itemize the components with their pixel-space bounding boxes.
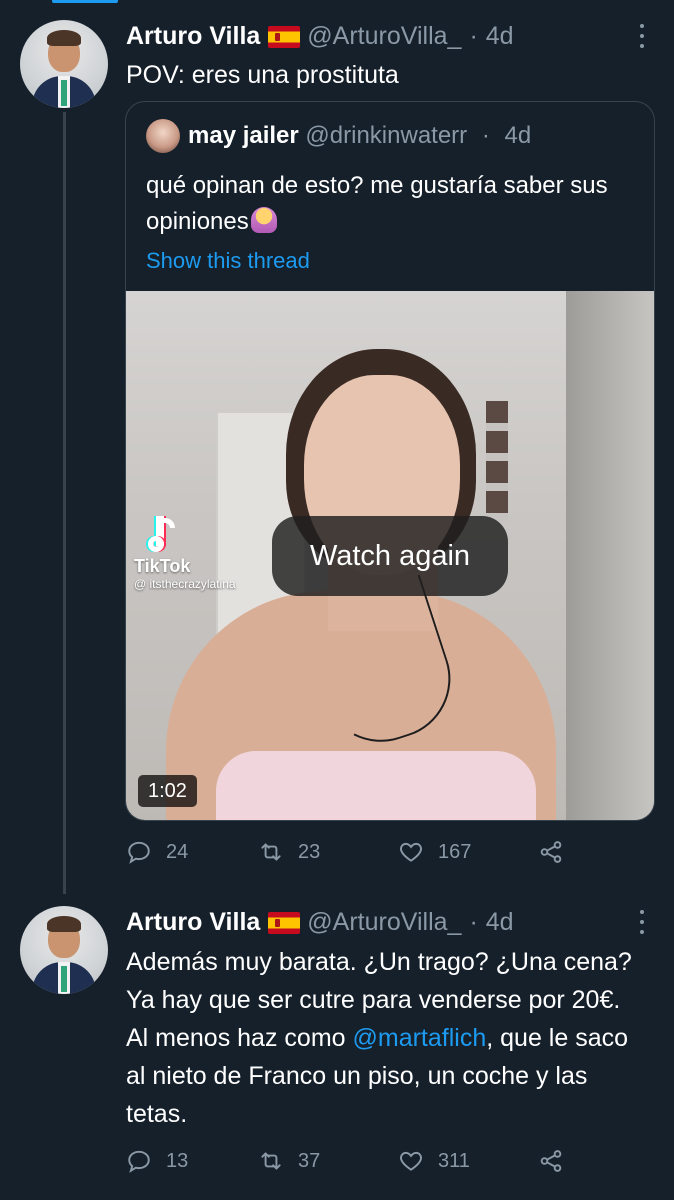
separator: · — [469, 908, 478, 936]
more-icon[interactable] — [638, 910, 646, 934]
mention-link[interactable]: @martaflich — [353, 1024, 487, 1052]
video-duration-badge: 1:02 — [138, 775, 197, 807]
shrug-emoji-icon — [250, 207, 277, 233]
show-thread-link[interactable]: Show this thread — [146, 248, 310, 274]
reply-button[interactable]: 13 — [126, 1148, 188, 1174]
reply-count: 24 — [166, 840, 189, 863]
quote-text-wrap: qué opinan de esto? me gustaría saber su… — [146, 168, 636, 240]
tiktok-username: @ itsthecrazylatina — [134, 577, 236, 591]
retweet-button[interactable]: 37 — [258, 1148, 320, 1174]
share-icon — [540, 1150, 562, 1172]
video-scene-top — [216, 751, 536, 820]
quote-text: qué opinan de esto? me gustaría saber su… — [146, 172, 608, 235]
share-button[interactable] — [538, 1148, 578, 1174]
quote-separator: · — [481, 122, 490, 149]
retweet-button[interactable]: 23 — [258, 839, 320, 865]
timestamp[interactable]: 4d — [486, 22, 514, 51]
video-player[interactable]: TikTok @ itsthecrazylatina Watch again 1… — [126, 291, 654, 820]
watch-again-button[interactable]: Watch again — [272, 516, 508, 596]
retweet-count: 37 — [298, 1149, 321, 1172]
tiktok-watermark: TikTok @ itsthecrazylatina — [134, 516, 274, 591]
retweet-count: 23 — [298, 840, 321, 863]
video-scene-photos — [486, 401, 508, 521]
more-icon[interactable] — [638, 24, 646, 48]
quoted-tweet[interactable]: may jailer @drinkinwaterr · 4d qué opina… — [125, 101, 655, 821]
quote-timestamp: 4d — [504, 122, 532, 149]
tweet-text: POV: eres una prostituta — [126, 61, 399, 89]
like-icon — [400, 1151, 422, 1171]
quote-author-name: may jailer — [188, 122, 299, 149]
avatar[interactable] — [20, 20, 108, 108]
tweet-2[interactable]: Arturo Villa @ArturoVilla_ · 4d Además m… — [0, 895, 674, 1200]
spain-flag-icon — [268, 25, 301, 48]
separator: · — [469, 22, 478, 50]
tweet-header: Arturo Villa @ArturoVilla_ · 4d — [126, 22, 514, 51]
like-count: 167 — [438, 840, 472, 863]
tweet-actions: 13 37 311 — [126, 1148, 626, 1178]
tweet-text: Además muy barata. ¿Un trago? ¿Una cena?… — [126, 943, 636, 1133]
author-name[interactable]: Arturo Villa — [126, 908, 260, 937]
retweet-icon — [261, 1152, 281, 1170]
like-icon — [400, 842, 422, 862]
video-scene-wall — [566, 291, 654, 820]
like-button[interactable]: 311 — [398, 1148, 470, 1174]
tweet-header: Arturo Villa @ArturoVilla_ · 4d — [126, 908, 514, 937]
tiktok-app-name: TikTok — [134, 556, 191, 576]
timestamp[interactable]: 4d — [486, 908, 514, 937]
reply-icon — [128, 1150, 150, 1173]
quote-header: may jailer @drinkinwaterr · 4d — [188, 122, 531, 150]
like-button[interactable]: 167 — [398, 839, 471, 865]
reply-icon — [128, 841, 150, 864]
author-handle[interactable]: @ArturoVilla_ — [307, 908, 461, 937]
tweet-1[interactable]: Arturo Villa @ArturoVilla_ · 4d POV: ere… — [0, 0, 674, 895]
like-count: 311 — [438, 1149, 470, 1172]
reply-button[interactable]: 24 — [126, 839, 188, 865]
reply-count: 13 — [166, 1149, 189, 1172]
avatar[interactable] — [20, 906, 108, 994]
tiktok-icon — [148, 516, 182, 554]
share-button[interactable] — [538, 839, 578, 865]
tweet-actions: 24 23 167 — [126, 839, 626, 869]
author-handle[interactable]: @ArturoVilla_ — [307, 22, 461, 51]
share-icon — [540, 841, 562, 863]
quote-avatar[interactable] — [146, 119, 180, 153]
retweet-icon — [261, 843, 281, 861]
spain-flag-icon — [268, 911, 301, 934]
quote-author-handle: @drinkinwaterr — [305, 122, 468, 149]
author-name[interactable]: Arturo Villa — [126, 22, 260, 51]
